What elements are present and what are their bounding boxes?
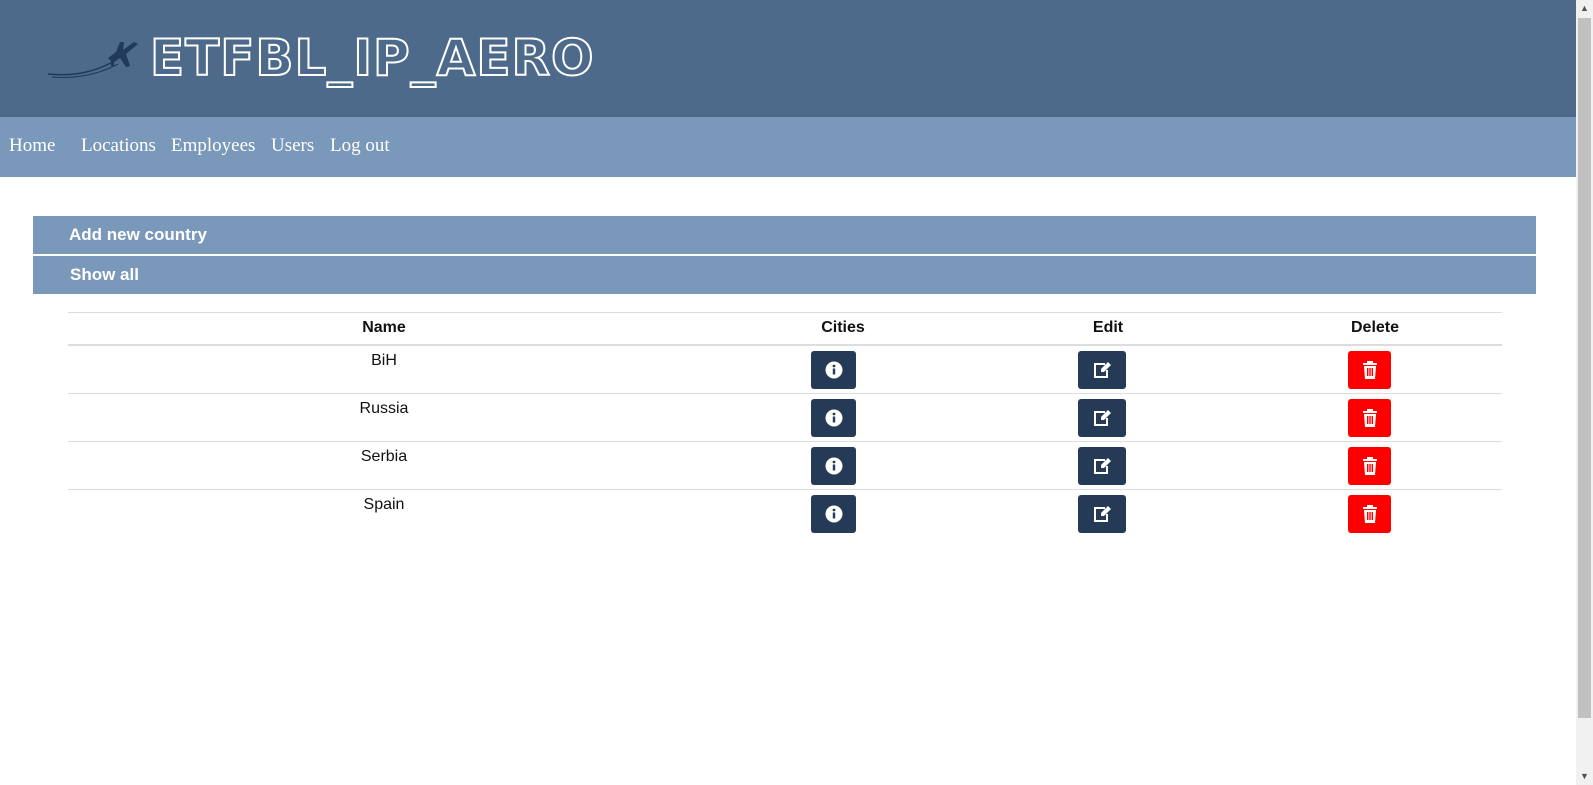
table-header-row: Name Cities Edit Delete [68,312,1502,346]
info-icon [825,505,842,523]
nav-item-users[interactable]: Users [271,135,314,157]
cities-button[interactable] [811,399,856,437]
site-logo-text[interactable]: ETFBL_IP_AERO [149,28,594,88]
table-row: Serbia [68,442,1502,490]
trash-icon [1362,505,1377,523]
scroll-down-icon[interactable]: ▼ [1576,768,1593,785]
info-icon [825,409,842,427]
show-all-label: Show all [70,265,139,284]
nav-item-home[interactable]: Home [9,135,55,157]
table-row: BiH [68,346,1502,394]
trash-icon [1362,409,1377,427]
edit-icon [1094,362,1111,378]
edit-button[interactable] [1078,447,1126,485]
edit-button[interactable] [1078,495,1126,533]
add-new-country-label: Add new country [69,225,207,244]
show-all-toggle[interactable]: Show all [33,256,1536,294]
edit-icon [1094,506,1111,522]
nav-item-employees[interactable]: Employees [171,135,255,157]
vertical-scrollbar[interactable]: ▲ ▼ [1576,0,1593,785]
cities-button[interactable] [811,447,856,485]
countries-table: Name Cities Edit Delete BiH Russia Serbi… [68,312,1502,537]
trash-icon [1362,361,1377,379]
delete-button[interactable] [1348,495,1391,533]
main-nav: Home Locations Employees Users Log out [0,117,1576,177]
page-header: ETFBL_IP_AERO [0,0,1576,117]
country-name: Serbia [360,448,408,465]
delete-button[interactable] [1348,399,1391,437]
info-icon [825,361,842,379]
table-row: Spain [68,490,1502,537]
edit-icon [1094,410,1111,426]
column-header-edit: Edit [1092,319,1124,336]
country-name: Russia [359,400,409,417]
airplane-icon [47,42,138,78]
edit-icon [1094,458,1111,474]
cities-button[interactable] [811,495,856,533]
delete-button[interactable] [1348,351,1391,389]
table-row: Russia [68,394,1502,442]
nav-item-logout[interactable]: Log out [330,135,390,157]
trash-icon [1362,457,1377,475]
scroll-up-icon[interactable]: ▲ [1576,0,1593,17]
country-name: BiH [371,352,397,369]
column-header-delete: Delete [1350,319,1400,336]
country-name: Spain [363,496,405,513]
info-icon [825,457,842,475]
delete-button[interactable] [1348,447,1391,485]
add-new-country-toggle[interactable]: Add new country [33,216,1536,254]
scrollbar-thumb[interactable] [1578,18,1591,718]
column-header-cities: Cities [821,319,865,336]
edit-button[interactable] [1078,399,1126,437]
nav-item-locations[interactable]: Locations [81,135,156,157]
column-header-name: Name [362,319,406,336]
edit-button[interactable] [1078,351,1126,389]
cities-button[interactable] [811,351,856,389]
